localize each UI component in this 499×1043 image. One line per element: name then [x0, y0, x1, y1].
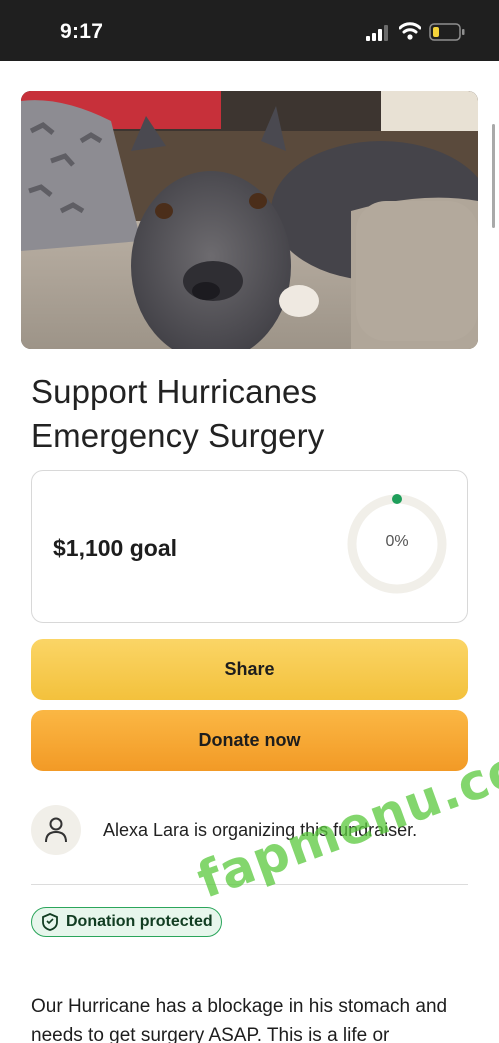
avatar[interactable]: [31, 805, 81, 855]
signal-icon: [366, 25, 388, 41]
goal-amount: $1,100 goal: [53, 535, 178, 561]
donation-protected-badge[interactable]: Donation protected: [31, 907, 222, 937]
shield-icon: [42, 913, 58, 931]
status-time: 9:17: [60, 20, 104, 43]
battery-icon: [429, 23, 465, 41]
person-icon: [45, 817, 67, 843]
goal-card: $1,100 goal 0%: [31, 470, 468, 623]
share-button[interactable]: Share: [31, 639, 468, 700]
progress-percent: 0%: [385, 533, 409, 550]
scrollbar[interactable]: [492, 124, 495, 228]
donate-button[interactable]: Donate now: [31, 710, 468, 771]
page-title: Support Hurricanes Emergency Surgery: [31, 373, 325, 454]
badge-label: Donation protected: [66, 913, 213, 930]
wifi-icon: [399, 22, 421, 40]
status-bar: 9:17: [0, 0, 499, 61]
fundraiser-photo: [21, 91, 478, 349]
story-text: Our Hurricane has a blockage in his stom…: [31, 996, 448, 1043]
